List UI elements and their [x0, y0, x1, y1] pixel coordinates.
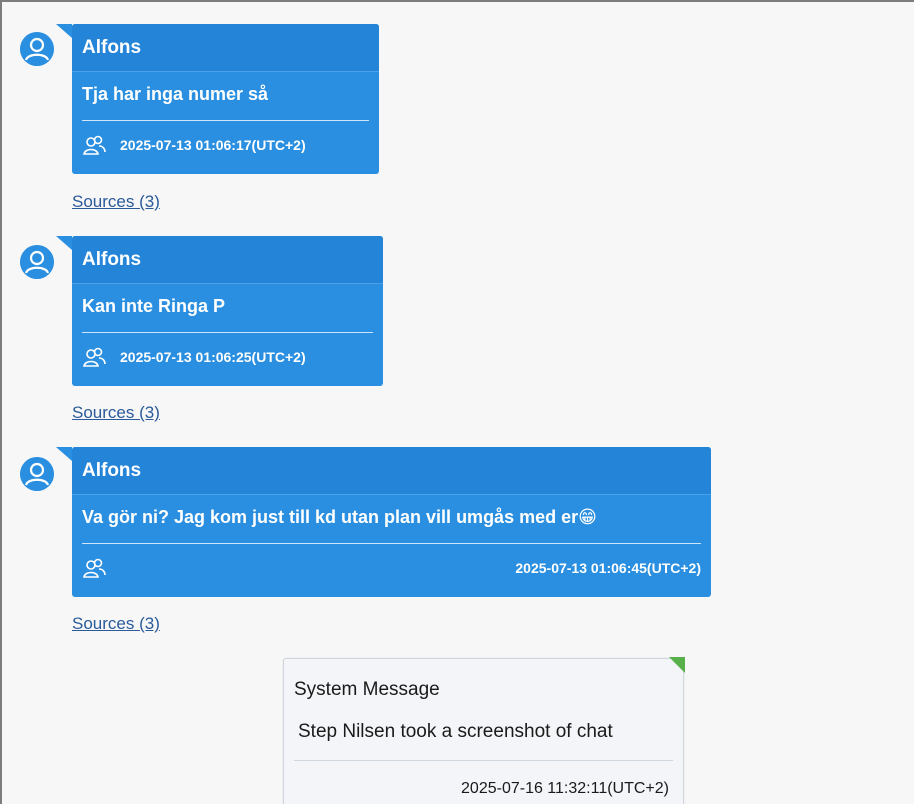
system-message-title: System Message [294, 679, 440, 700]
group-people-icon [82, 134, 106, 156]
group-people-icon [82, 557, 106, 579]
group-people-icon [82, 346, 106, 368]
message-footer: 2025-07-13 01:06:17(UTC+2) [72, 121, 379, 169]
sender-name: Alfons [72, 24, 379, 72]
sources-link[interactable]: Sources (3) [72, 192, 160, 212]
sources-link[interactable]: Sources (3) [72, 614, 160, 634]
system-message-card: System Message Step Nilsen took a screen… [283, 657, 685, 804]
divider [294, 760, 673, 761]
message-timestamp: 2025-07-13 01:06:45(UTC+2) [515, 560, 701, 576]
chat-frame: Alfons Tja har inga numer så 2025-07-13 … [0, 0, 914, 804]
message-footer: 2025-07-13 01:06:25(UTC+2) [72, 333, 383, 381]
message-bubble[interactable]: Alfons Va gör ni? Jag kom just till kd u… [56, 447, 711, 597]
sources-link[interactable]: Sources (3) [72, 403, 160, 423]
message-text: Tja har inga numer så [82, 84, 269, 104]
message-timestamp: 2025-07-13 01:06:25(UTC+2) [120, 349, 306, 365]
system-message-text: Step Nilsen took a screenshot of chat [298, 721, 613, 742]
message-bubble[interactable]: Alfons Tja har inga numer så 2025-07-13 … [56, 24, 379, 174]
system-message-timestamp: 2025-07-16 11:32:11(UTC+2) [461, 780, 669, 797]
message-text-body: Va gör ni? Jag kom just till kd utan pla… [82, 507, 579, 527]
grin-emoji-icon: 😁 [578, 507, 597, 527]
message-bubble[interactable]: Alfons Kan inte Ringa P 2025-07-13 01:06… [56, 236, 383, 386]
message-timestamp: 2025-07-13 01:06:17(UTC+2) [120, 137, 306, 153]
message-footer: 2025-07-13 01:06:45(UTC+2) [72, 544, 711, 592]
sender-name: Alfons [72, 447, 711, 495]
sender-name: Alfons [72, 236, 383, 284]
user-avatar-icon [20, 245, 54, 279]
user-avatar-icon [20, 457, 54, 491]
user-avatar-icon [20, 32, 54, 66]
status-corner-flag [669, 657, 685, 673]
message-text: Kan inte Ringa P [82, 296, 226, 316]
message-text: Va gör ni? Jag kom just till kd utan pla… [72, 495, 711, 543]
